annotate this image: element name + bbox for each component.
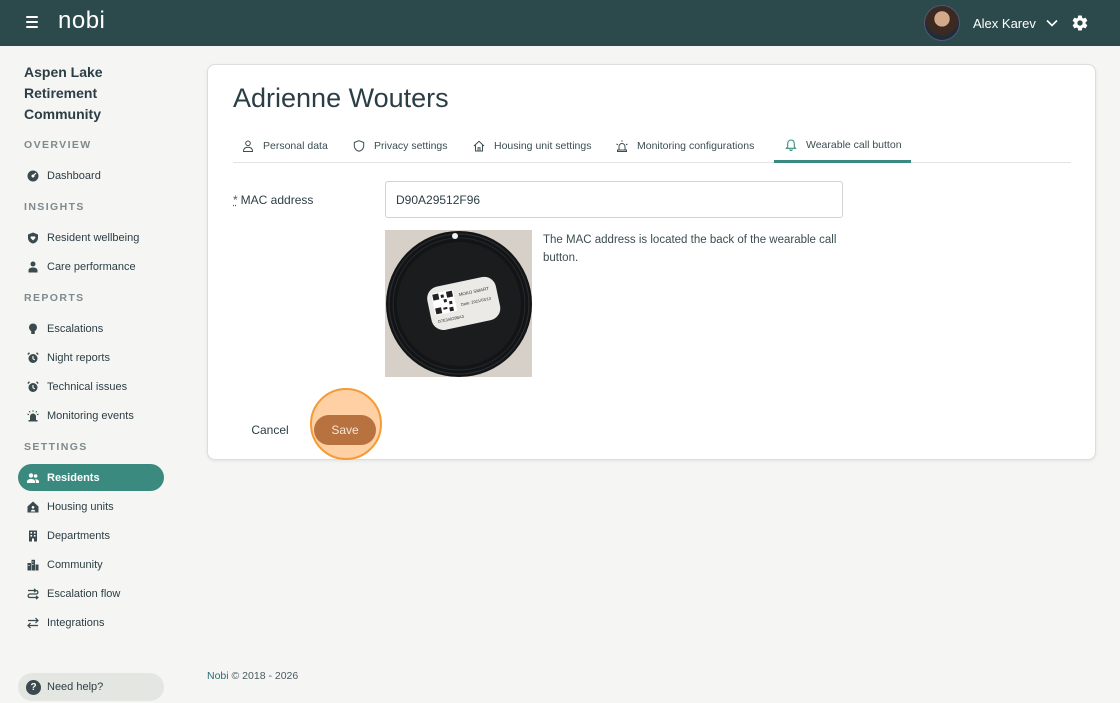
shield-outline-icon: [353, 140, 365, 152]
building-icon: [29, 530, 37, 541]
alarm-clock-icon: [27, 351, 39, 363]
section-insights: INSIGHTS: [24, 201, 85, 213]
section-overview: OVERVIEW: [24, 139, 92, 151]
top-bar: nobi Alex Karev: [0, 0, 1120, 46]
siren-outline-icon: [616, 140, 628, 152]
home-outline-icon: [473, 140, 485, 152]
tab-housing-unit-settings[interactable]: Housing unit settings: [473, 129, 591, 163]
mac-address-label: * MAC address: [233, 193, 313, 207]
sidebar-item-night-reports[interactable]: Night reports: [18, 344, 164, 371]
footer-copyright: © 2018 - 2026: [231, 670, 299, 682]
sidebar-item-integrations[interactable]: Integrations: [18, 609, 164, 636]
community-name-line: Aspen Lake: [24, 64, 103, 80]
gear-icon[interactable]: [1071, 14, 1089, 32]
section-reports: REPORTS: [24, 292, 85, 304]
sidebar-item-label: Escalation flow: [47, 587, 121, 600]
sidebar-item-dashboard[interactable]: Dashboard: [18, 162, 164, 189]
sidebar-item-escalation-flow[interactable]: Escalation flow: [18, 580, 164, 607]
sidebar-item-escalations[interactable]: Escalations: [18, 315, 164, 342]
lightbulb-icon: [29, 323, 37, 334]
tab-label: Personal data: [263, 140, 328, 152]
avatar: [924, 5, 960, 41]
community-name-line: Community: [24, 106, 101, 122]
menu-icon[interactable]: [22, 13, 42, 33]
community-name-line: Retirement: [24, 85, 98, 101]
save-button[interactable]: Save: [314, 415, 376, 445]
sidebar-item-label: Technical issues: [47, 380, 128, 393]
sidebar-item-label: Residents: [47, 471, 100, 484]
resident-card: Adrienne Wouters Personal data Privacy s…: [207, 64, 1096, 460]
page-title: Adrienne Wouters: [233, 83, 449, 113]
city-icon: [27, 559, 39, 570]
wearable-device-image: MOKO SMART Date: 2021/03/13 D7E34029BA3: [385, 230, 532, 377]
tab-monitoring-configurations[interactable]: Monitoring configurations: [616, 129, 754, 163]
flow-icon: [27, 587, 39, 600]
sidebar: Aspen Lake Retirement Community OVERVIEW…: [0, 46, 180, 703]
tab-label: Wearable call button: [806, 138, 902, 151]
sidebar-item-label: Resident wellbeing: [47, 231, 140, 244]
cancel-button[interactable]: Cancel: [238, 415, 302, 445]
sidebar-item-label: Community: [47, 558, 103, 571]
sidebar-item-technical-issues[interactable]: Technical issues: [18, 373, 164, 400]
sidebar-item-care-performance[interactable]: Care performance: [18, 253, 164, 280]
tab-label: Privacy settings: [374, 140, 448, 152]
user-name: Alex Karev: [973, 15, 1036, 31]
tab-bar: Personal data Privacy settings Housing u…: [233, 129, 1071, 163]
wearable-button-photo: MOKO SMART Date: 2021/03/13 D7E34029BA3: [385, 230, 532, 377]
mac-address-hint: The MAC address is located the back of t…: [543, 234, 837, 264]
person-outline-icon: [242, 140, 254, 152]
sidebar-item-label: Monitoring events: [47, 409, 134, 422]
need-help-button[interactable]: ? Need help?: [18, 673, 164, 701]
person-icon: [28, 261, 38, 272]
people-icon: [27, 472, 39, 483]
section-settings: SETTINGS: [24, 441, 88, 453]
dashboard-icon: [27, 170, 39, 181]
sidebar-item-housing-units[interactable]: Housing units: [18, 493, 164, 520]
siren-icon: [27, 409, 39, 421]
footer-brand-link[interactable]: Nobi: [207, 670, 229, 682]
sidebar-item-label: Night reports: [47, 351, 110, 364]
need-help-label: Need help?: [47, 681, 104, 693]
house-person-icon: [27, 501, 39, 512]
swap-arrows-icon: [27, 617, 39, 628]
required-mark: *: [233, 193, 238, 207]
sidebar-item-label: Dashboard: [47, 169, 101, 182]
sidebar-item-resident-wellbeing[interactable]: Resident wellbeing: [18, 224, 164, 251]
community-name: Aspen Lake Retirement Community: [24, 62, 103, 125]
mac-address-label-text: MAC address: [240, 193, 314, 207]
chevron-down-icon: [1046, 19, 1058, 27]
footer: Nobi © 2018 - 2026: [207, 670, 298, 682]
sidebar-item-label: Escalations: [47, 322, 104, 335]
alarm-clock-icon: [27, 380, 39, 392]
user-menu[interactable]: Alex Karev: [924, 5, 1058, 41]
tab-wearable-call-button[interactable]: Wearable call button: [774, 129, 911, 163]
sidebar-item-departments[interactable]: Departments: [18, 522, 164, 549]
mac-address-input[interactable]: [385, 181, 843, 218]
shield-heart-icon: [28, 232, 38, 243]
question-icon: ?: [26, 679, 41, 695]
tab-personal-data[interactable]: Personal data: [242, 129, 328, 163]
sidebar-item-label: Housing units: [47, 500, 114, 513]
tab-label: Housing unit settings: [494, 140, 592, 152]
sidebar-item-monitoring-events[interactable]: Monitoring events: [18, 402, 164, 429]
sidebar-item-label: Integrations: [47, 616, 105, 629]
tab-privacy-settings[interactable]: Privacy settings: [353, 129, 448, 163]
tab-label: Monitoring configurations: [637, 140, 755, 152]
bell-icon: [785, 138, 797, 151]
sidebar-item-residents[interactable]: Residents: [18, 464, 164, 491]
sidebar-item-label: Departments: [47, 529, 110, 542]
brand-logo[interactable]: nobi: [58, 7, 105, 35]
sidebar-item-label: Care performance: [47, 260, 136, 273]
sidebar-item-community[interactable]: Community: [18, 551, 164, 578]
